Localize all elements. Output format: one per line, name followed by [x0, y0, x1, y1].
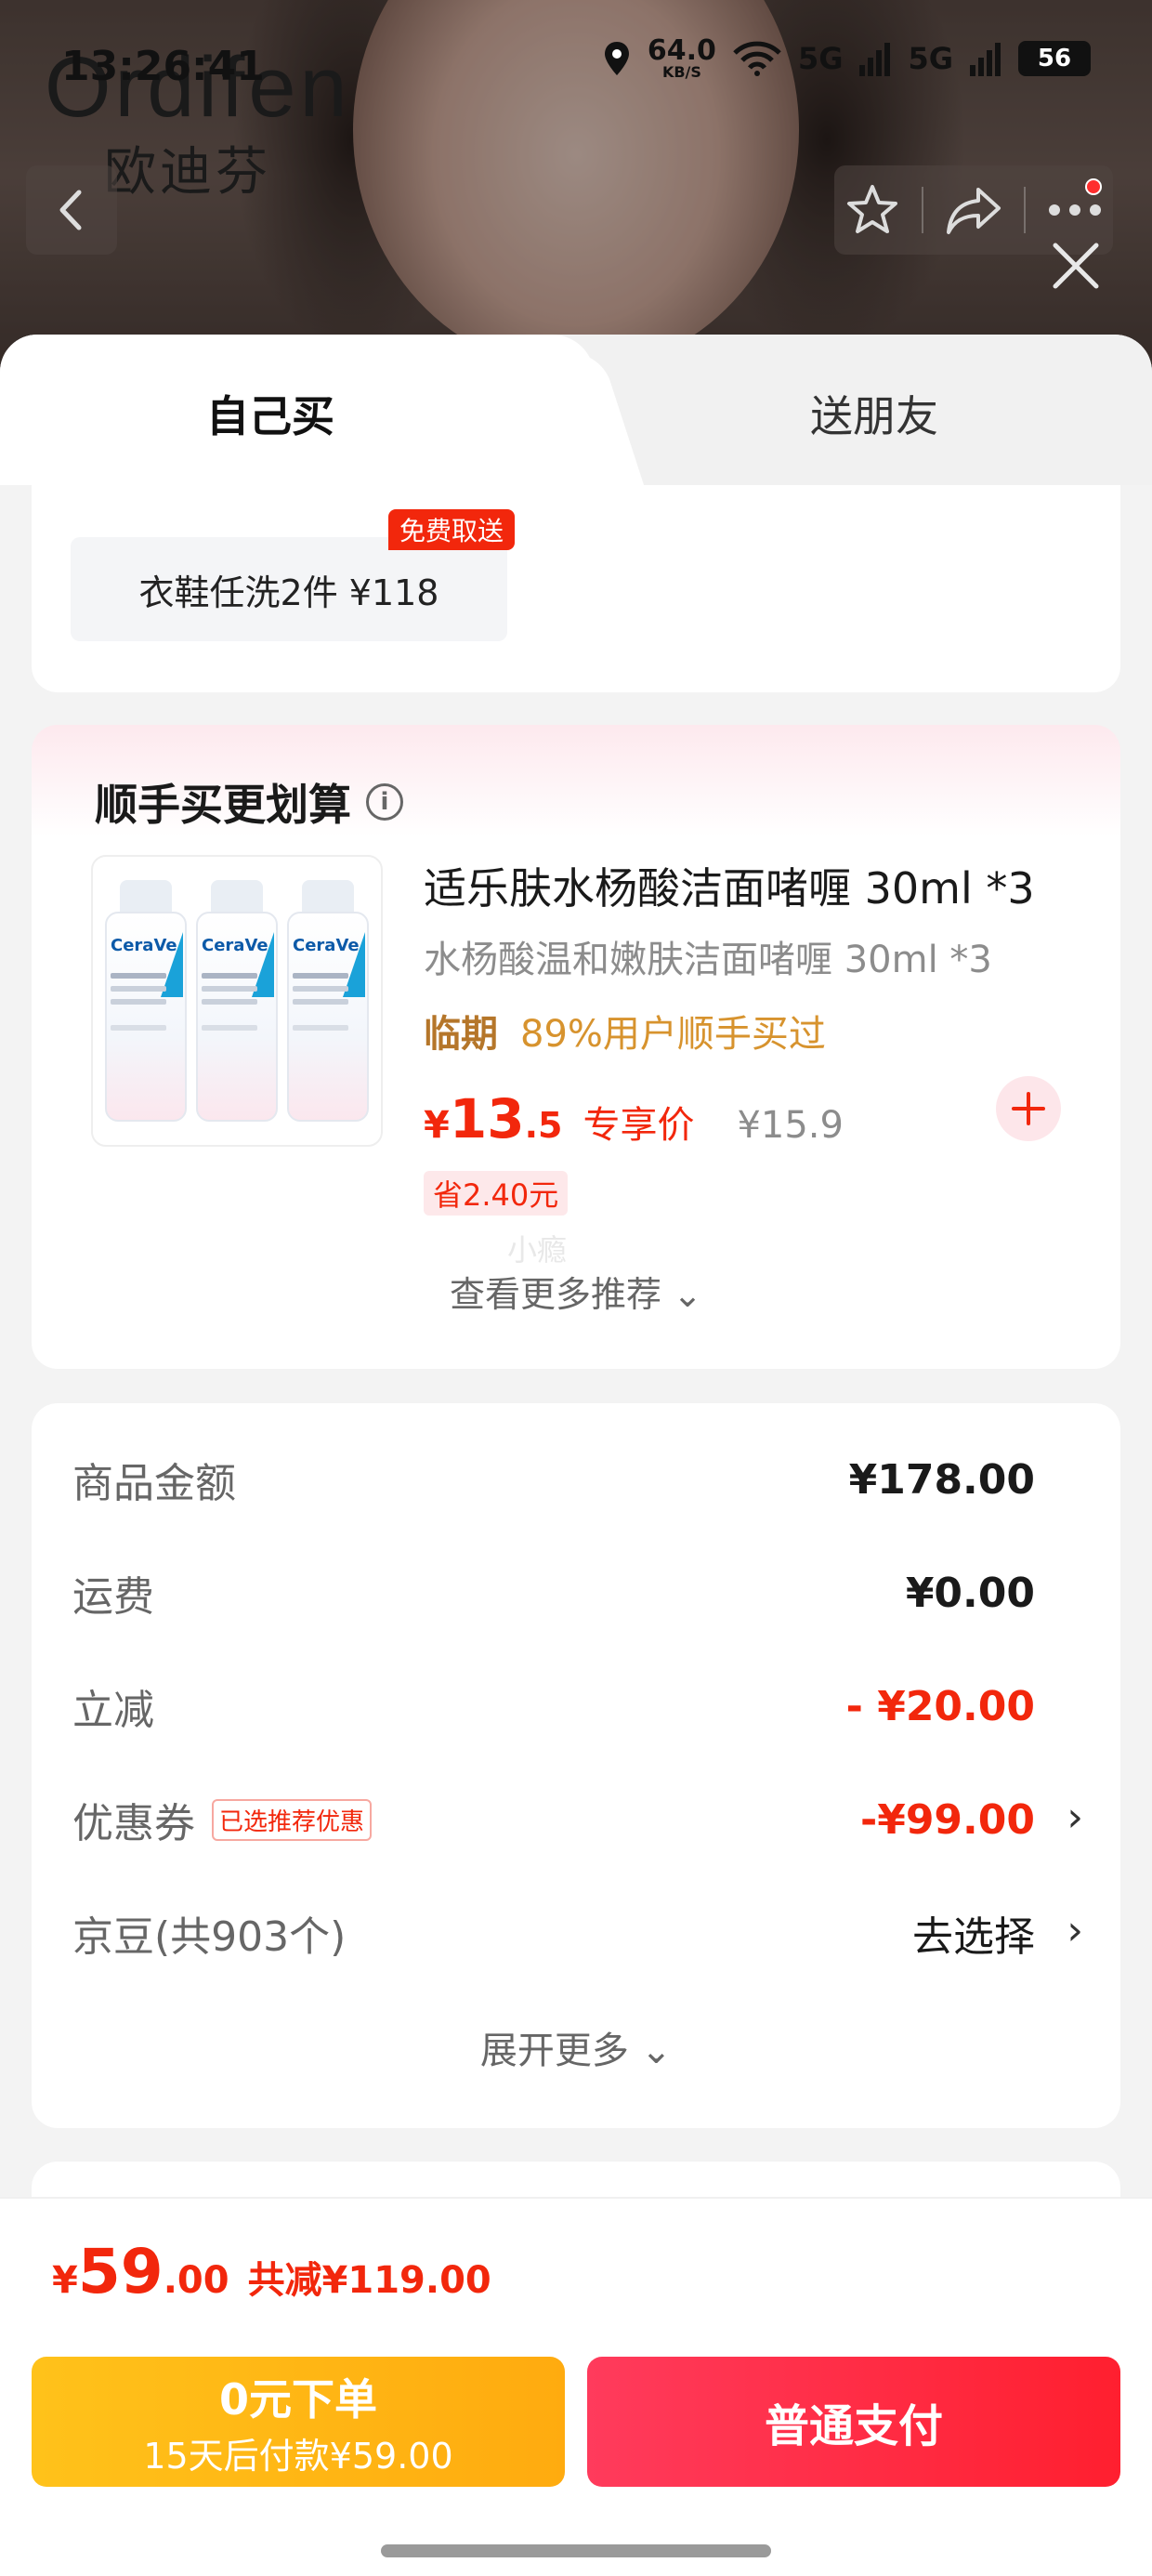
share-icon[interactable] [945, 184, 1002, 236]
free-pickup-badge: 免费取送 [388, 509, 516, 550]
battery-level: 56 [1037, 45, 1072, 72]
zero-down-label: 0元下单 [218, 2373, 377, 2425]
wash-service-label: 衣鞋任洗2件 ¥118 [138, 572, 439, 613]
product-name[interactable]: 适乐肤水杨酸洁面啫喱 30ml *3 [424, 855, 1035, 916]
chevron-left-icon [59, 190, 82, 230]
coupon-label: 优惠券 [72, 1800, 195, 1847]
summary-label: 京豆(共903个) [72, 1913, 347, 1961]
summary-row-jingdou[interactable]: 京豆(共903个) 去选择 [72, 1903, 1035, 1963]
watermark-text: 小瘾 [507, 1232, 568, 1268]
location-icon [604, 42, 629, 75]
addon-title-text: 顺手买更划算 [95, 780, 351, 830]
battery-icon: 56 [1018, 41, 1091, 76]
favorite-star-icon[interactable] [844, 182, 900, 238]
addon-title: 顺手买更划算 i [95, 771, 403, 833]
divider [922, 187, 924, 233]
summary-label: 运费 [72, 1573, 154, 1621]
status-icons: 64.0 KB/S 5G 5G 56 [603, 37, 1091, 80]
total-reduction: 共减¥119.00 [247, 2259, 491, 2302]
summary-value: - ¥20.00 [845, 1682, 1035, 1730]
summary-row-coupon[interactable]: 优惠券 已选推荐优惠 -¥99.00 [72, 1790, 1035, 1849]
zero-down-sublabel: 15天后付款¥59.00 [143, 2435, 453, 2477]
bottle-image: CeraVe [196, 880, 278, 1122]
zero-down-order-button[interactable]: 0元下单 15天后付款¥59.00 [32, 2357, 565, 2487]
normal-pay-button[interactable]: 普通支付 [587, 2357, 1120, 2487]
divider [1023, 187, 1026, 233]
network-speed: 64.0 KB/S [648, 37, 716, 80]
popularity-tag: 89%用户顺手买过 [520, 1013, 826, 1056]
tab-self[interactable]: 自己买 [206, 383, 334, 444]
more-icon[interactable] [1047, 201, 1103, 219]
summary-value: 去选择 [912, 1913, 1035, 1961]
price-decimal: .5 [524, 1105, 563, 1146]
summary-label: 立减 [72, 1687, 154, 1734]
product-image[interactable]: CeraVe CeraVe CeraVe [91, 855, 383, 1147]
summary-value: ¥0.00 [905, 1569, 1035, 1617]
more-recommendations-link[interactable]: 查看更多推荐 ⌄ [32, 1266, 1120, 1317]
coupon-tag: 已选推荐优惠 [212, 1798, 373, 1841]
signal-bars-icon [970, 43, 1001, 76]
wash-service-card: 衣鞋任洗2件 ¥118 免费取送 [32, 485, 1120, 692]
purchase-tabs: 自己买 送朋友 [0, 335, 1152, 485]
wash-service-option[interactable]: 衣鞋任洗2件 ¥118 [71, 537, 507, 641]
total-integer: 59 [77, 2236, 164, 2307]
bottle-image: CeraVe [287, 880, 369, 1122]
price-integer: 13 [449, 1087, 525, 1150]
tab-gift[interactable]: 送朋友 [810, 383, 938, 444]
signal-bars-icon [859, 43, 891, 76]
home-indicator[interactable] [381, 2544, 771, 2557]
info-icon[interactable]: i [366, 783, 403, 821]
price-currency: ¥ [424, 1104, 450, 1147]
addon-recommend-card: 顺手买更划算 i CeraVe CeraVe CeraVe 适乐肤水杨酸洁面啫喱… [32, 725, 1120, 1369]
back-button[interactable] [26, 165, 117, 255]
signal-label-2: 5G [908, 41, 953, 76]
wifi-icon [733, 41, 781, 76]
network-speed-value: 64.0 [647, 34, 716, 67]
summary-value: ¥178.00 [848, 1455, 1035, 1504]
product-price: ¥ 13 .5 专享价 ¥15.9 [424, 1087, 844, 1150]
product-subtitle: 水杨酸温和嫩肤洁面啫喱 30ml *3 [424, 939, 992, 981]
summary-row-discount: 立减 - ¥20.00 [72, 1676, 1035, 1736]
close-icon[interactable] [1050, 240, 1102, 292]
chevron-right-icon[interactable]: › [1067, 1907, 1083, 1954]
product-tags: 临期 89%用户顺手买过 [424, 1004, 826, 1058]
expiry-tag: 临期 [424, 1013, 498, 1056]
total-price: ¥ 59 .00 共减¥119.00 [52, 2236, 491, 2307]
expand-more-link[interactable]: 展开更多 ⌄ [32, 2020, 1120, 2074]
price-label: 专享价 [583, 1104, 695, 1147]
brand-logo-chinese: 欧迪芬 [104, 142, 271, 203]
order-summary-card: 商品金额 ¥178.00 运费 ¥0.00 立减 - ¥20.00 优惠券 已选… [32, 1403, 1120, 2128]
chevron-right-icon[interactable]: › [1067, 1794, 1083, 1841]
network-speed-unit: KB/S [661, 63, 701, 81]
total-currency: ¥ [52, 2259, 78, 2302]
summary-row-shipping: 运费 ¥0.00 [72, 1563, 1035, 1623]
save-badge: 省2.40元 [424, 1171, 569, 1216]
summary-label: 优惠券 已选推荐优惠 [72, 1790, 373, 1849]
original-price: ¥15.9 [737, 1104, 844, 1147]
plus-icon [1012, 1092, 1045, 1125]
summary-label: 商品金额 [72, 1460, 236, 1507]
total-decimal: .00 [163, 2259, 229, 2302]
bottle-image: CeraVe [105, 880, 187, 1122]
status-time: 13:26:41 [61, 43, 265, 90]
signal-label-1: 5G [797, 41, 844, 76]
bottom-checkout-bar: ¥ 59 .00 共减¥119.00 0元下单 15天后付款¥59.00 普通支… [0, 2197, 1152, 2576]
summary-value: -¥99.00 [859, 1795, 1035, 1844]
notification-dot [1085, 178, 1102, 195]
add-to-order-button[interactable] [996, 1076, 1061, 1141]
summary-row-goods: 商品金额 ¥178.00 [72, 1450, 1035, 1509]
